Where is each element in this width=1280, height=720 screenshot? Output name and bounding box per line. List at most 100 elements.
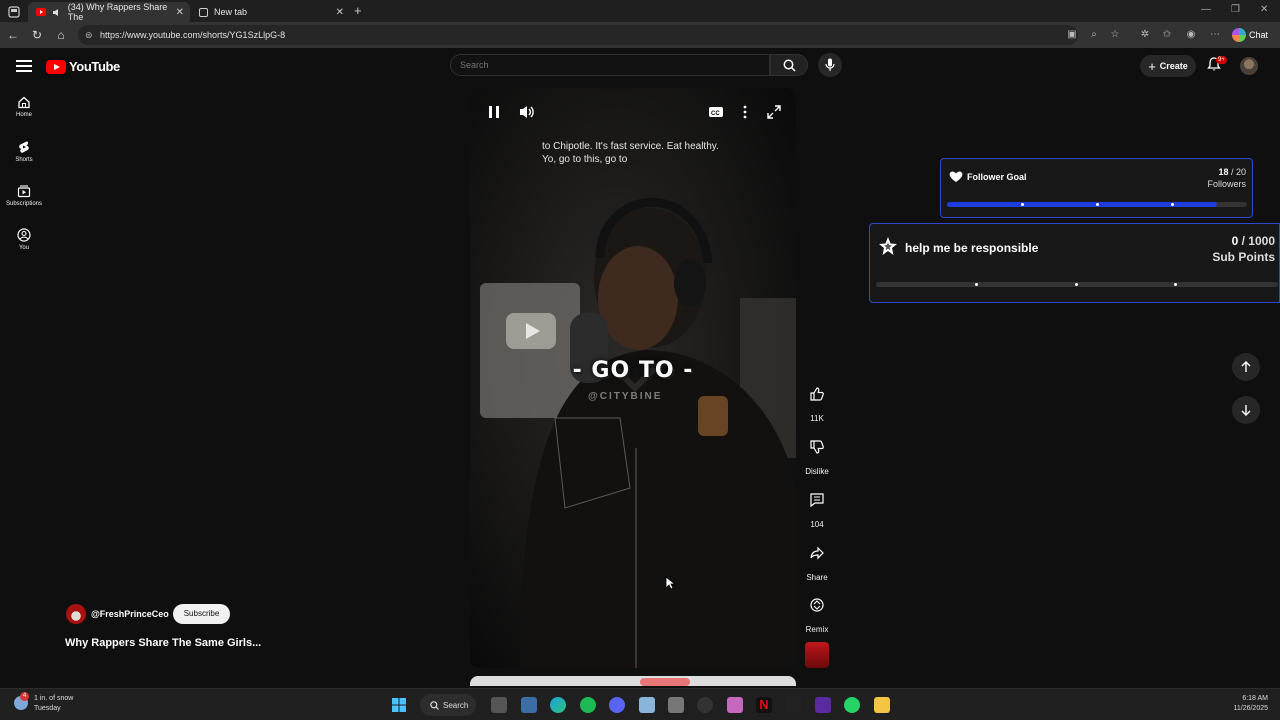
remix-icon (803, 591, 831, 619)
windows-start-icon[interactable] (392, 698, 406, 712)
browser-tab-strip: (34) Why Rappers Share The ✕ New tab ✕ +… (0, 0, 1280, 22)
home-icon (18, 96, 30, 109)
sub-goal-widget: help me be responsible 0 / 1000 Sub Poin… (869, 223, 1280, 303)
avatar[interactable] (1240, 57, 1258, 75)
video-title[interactable]: Why Rappers Share The Same Girls... (65, 637, 261, 649)
previous-short-button[interactable] (1232, 353, 1260, 381)
favorites-icon[interactable]: ✩ (1160, 28, 1174, 42)
task-view-icon[interactable] (491, 697, 507, 713)
arrow-up-icon (1241, 361, 1251, 372)
sub-goal-count: 0 / 1000 Sub Points (1212, 233, 1275, 265)
itunes-icon[interactable] (727, 697, 743, 713)
tab-actions-icon[interactable] (8, 5, 20, 18)
channel-avatar[interactable] (66, 604, 86, 624)
next-short-preview[interactable] (470, 676, 796, 686)
next-short-button[interactable] (1232, 396, 1260, 424)
file-app-icon[interactable] (521, 697, 537, 713)
shorts-video-player[interactable]: to Chipotle. It's fast service. Eat heal… (470, 88, 796, 668)
pause-icon[interactable] (486, 104, 502, 120)
follower-goal-current: 18 (1218, 167, 1229, 177)
extensions-icon[interactable]: ✲ (1138, 28, 1152, 42)
new-tab-button[interactable]: + (354, 3, 362, 18)
spotify-icon[interactable] (580, 697, 596, 713)
share-button[interactable]: Share (801, 539, 833, 582)
copilot-chat-button[interactable]: Chat (1232, 26, 1268, 44)
fullscreen-icon[interactable] (766, 104, 782, 120)
like-button[interactable]: 11K (801, 380, 833, 423)
mail-icon[interactable] (786, 697, 802, 713)
sidebar-item-shorts[interactable]: Shorts (0, 140, 48, 163)
dislike-button[interactable]: Dislike (801, 433, 833, 476)
create-button[interactable]: + Create (1140, 55, 1196, 77)
favorite-star-icon[interactable]: ☆ (1108, 28, 1122, 42)
back-icon[interactable]: ← (5, 27, 21, 43)
milestone-dot (1021, 203, 1024, 206)
follower-goal-unit: Followers (1207, 179, 1246, 189)
profile-icon[interactable]: ◉ (1184, 28, 1198, 42)
app-available-icon[interactable]: ▣ (1065, 28, 1079, 42)
minimize-icon[interactable]: — (1201, 4, 1211, 15)
url-field[interactable]: ⊜ https://www.youtube.com/shorts/YG1SzLl… (78, 25, 1078, 45)
tab-new-tab[interactable]: New tab ✕ (190, 2, 350, 22)
maximize-icon[interactable]: ❐ (1231, 4, 1240, 15)
system-clock[interactable]: 6:18 AM 11/26/2025 (1233, 694, 1268, 714)
remix-label: Remix (805, 625, 829, 634)
remix-button[interactable]: Remix (801, 591, 833, 634)
whatsapp-icon[interactable] (844, 697, 860, 713)
subscribe-button[interactable]: Subscribe (173, 604, 230, 624)
weather-widget[interactable]: 4 1 in. of snow Tuesday (14, 692, 73, 714)
youtube-favicon-icon (36, 7, 46, 17)
search-icon (430, 700, 439, 710)
discord-icon[interactable] (609, 697, 625, 713)
sidebar-item-you[interactable]: You (0, 228, 48, 251)
channel-handle[interactable]: @FreshPrinceCeo (91, 609, 169, 619)
reload-icon[interactable]: ↻ (29, 27, 45, 43)
home-browser-icon[interactable]: ⌂ (53, 27, 69, 43)
thumbs-down-icon (803, 433, 831, 461)
search-input[interactable] (450, 54, 770, 76)
create-label: Create (1159, 61, 1188, 71)
edge-browser-icon[interactable] (550, 697, 566, 713)
comment-icon (803, 486, 831, 514)
app-icon[interactable] (668, 697, 684, 713)
more-options-icon[interactable]: ⋯ (1208, 28, 1222, 42)
comments-button[interactable]: 104 (801, 486, 833, 529)
volume-icon[interactable] (519, 104, 535, 120)
search-button[interactable] (770, 54, 808, 76)
menu-icon[interactable] (16, 58, 32, 74)
video-overlay-text: - GO TO - (572, 358, 694, 383)
sound-thumbnail[interactable] (805, 642, 829, 668)
sub-goal-progress-bar (876, 282, 1278, 287)
follower-goal-target: / 20 (1228, 167, 1246, 177)
you-icon (17, 228, 31, 242)
more-vert-icon[interactable] (737, 104, 753, 120)
captions-icon[interactable]: CC (708, 104, 724, 120)
close-tab-icon[interactable]: ✕ (176, 7, 184, 18)
app-icon[interactable] (815, 697, 831, 713)
window-close-icon[interactable]: ✕ (1260, 4, 1268, 15)
app-icon[interactable] (639, 697, 655, 713)
sidebar-item-home[interactable]: Home (0, 95, 48, 118)
taskbar-search-button[interactable]: Search (420, 694, 476, 716)
follower-goal-progress-bar (947, 202, 1247, 207)
windows-taskbar: 4 1 in. of snow Tuesday Search N 6:18 AM… (0, 688, 1280, 720)
arrow-down-icon (1241, 405, 1251, 416)
like-count: 11K (810, 414, 824, 423)
tab-youtube-short[interactable]: (34) Why Rappers Share The ✕ (28, 2, 190, 22)
search-icon (783, 59, 796, 72)
obs-icon[interactable] (697, 697, 713, 713)
site-info-icon[interactable]: ⊜ (85, 25, 93, 45)
zoom-icon[interactable]: ⌕ (1087, 28, 1101, 42)
sidebar-item-subscriptions[interactable]: Subscriptions (0, 184, 48, 207)
svg-text:CC: CC (711, 111, 720, 117)
voice-search-button[interactable] (818, 53, 842, 77)
weather-day: Tuesday (34, 705, 61, 712)
youtube-logo[interactable]: YouTube (46, 59, 120, 74)
audio-playing-icon[interactable] (52, 7, 62, 17)
sidebar-item-label: Shorts (15, 157, 33, 163)
sub-goal-target: / 1000 (1238, 234, 1275, 248)
close-tab-icon[interactable]: ✕ (336, 7, 344, 18)
file-explorer-icon[interactable] (874, 697, 890, 713)
sidebar-item-label: Subscriptions (5, 201, 43, 207)
netflix-icon[interactable]: N (756, 697, 772, 713)
